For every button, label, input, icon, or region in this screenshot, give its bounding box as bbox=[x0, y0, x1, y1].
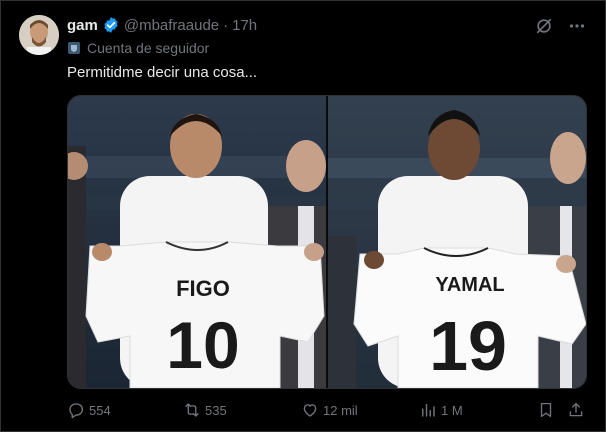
like-icon bbox=[301, 401, 319, 419]
bookmark-button[interactable] bbox=[537, 399, 555, 421]
avatar[interactable] bbox=[19, 15, 59, 55]
tweet-text: Permitidme decir una cosa... bbox=[67, 64, 258, 81]
views-count: 1 M bbox=[441, 402, 463, 418]
top-right-icons bbox=[535, 17, 585, 40]
verified-badge-icon bbox=[102, 16, 120, 34]
repost-count: 535 bbox=[205, 402, 227, 418]
author-handle[interactable]: @mbafraaude bbox=[124, 17, 219, 34]
reply-button[interactable]: 554 bbox=[67, 399, 111, 421]
grok-icon[interactable] bbox=[535, 17, 553, 40]
tweet-card: gam @mbafraaude · 17h Cuenta de seguidor bbox=[0, 0, 606, 432]
share-button[interactable] bbox=[567, 399, 585, 421]
reply-count: 554 bbox=[89, 402, 111, 418]
author-name[interactable]: gam bbox=[67, 17, 98, 34]
share-icon bbox=[567, 401, 585, 419]
shield-icon bbox=[67, 41, 81, 55]
timestamp[interactable]: 17h bbox=[232, 17, 257, 34]
left-jersey-name: FIGO bbox=[176, 276, 230, 301]
separator-dot: · bbox=[223, 16, 229, 34]
left-jersey-number: 10 bbox=[166, 308, 239, 382]
views-icon bbox=[419, 401, 437, 419]
like-button[interactable]: 12 mil bbox=[301, 399, 358, 421]
action-bar: 554 535 12 mil 1 M bbox=[67, 399, 587, 421]
right-jersey-number: 19 bbox=[429, 307, 507, 385]
more-icon[interactable] bbox=[569, 18, 585, 39]
repost-button[interactable]: 535 bbox=[183, 399, 227, 421]
account-label: Cuenta de seguidor bbox=[87, 40, 210, 56]
tweet-media-image[interactable]: FIGO 10 YAMAL 19 bbox=[67, 95, 587, 389]
reply-icon bbox=[67, 401, 85, 419]
bookmark-icon bbox=[537, 401, 555, 419]
repost-icon bbox=[183, 401, 201, 419]
views-button[interactable]: 1 M bbox=[419, 399, 463, 421]
right-jersey-name: YAMAL bbox=[435, 274, 504, 296]
account-label-row: Cuenta de seguidor bbox=[67, 39, 209, 57]
like-count: 12 mil bbox=[323, 402, 358, 418]
tweet-header: gam @mbafraaude · 17h bbox=[67, 15, 257, 35]
